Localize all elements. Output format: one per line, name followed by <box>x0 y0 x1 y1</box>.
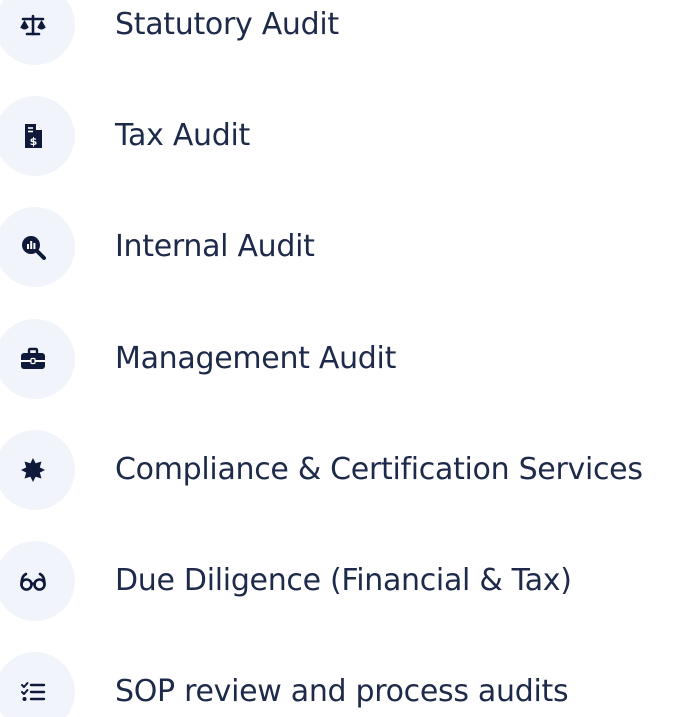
icon-badge <box>0 652 75 717</box>
service-item-internal-audit[interactable]: Internal Audit <box>0 207 682 287</box>
icon-badge <box>0 0 75 65</box>
scale-balance-icon <box>20 14 46 36</box>
briefcase-icon <box>21 347 45 369</box>
glasses-icon <box>20 572 46 591</box>
icon-badge <box>0 430 75 510</box>
service-item-due-diligence[interactable]: Due Diligence (Financial & Tax) <box>0 541 682 621</box>
icon-badge: $ <box>0 96 75 176</box>
svg-text:$: $ <box>30 135 38 148</box>
service-label: Internal Audit <box>115 229 315 264</box>
icon-badge <box>0 207 75 287</box>
icon-badge <box>0 541 75 621</box>
service-label: Compliance & Certification Services <box>115 452 643 487</box>
service-item-sop-review[interactable]: SOP review and process audits <box>0 652 682 717</box>
service-item-compliance-certification[interactable]: Compliance & Certification Services <box>0 430 682 510</box>
service-label: Statutory Audit <box>115 7 339 42</box>
service-label: Due Diligence (Financial & Tax) <box>115 563 572 598</box>
list-check-icon <box>21 682 46 701</box>
service-label: SOP review and process audits <box>115 674 569 709</box>
service-label: Management Audit <box>115 341 397 376</box>
magnifier-chart-icon <box>22 236 46 260</box>
icon-badge <box>0 319 75 399</box>
service-item-tax-audit[interactable]: $ Tax Audit <box>0 96 682 176</box>
service-list: Statutory Audit $ Tax Audit Internal Aud… <box>0 0 682 717</box>
service-item-statutory-audit[interactable]: Statutory Audit <box>0 0 682 65</box>
certificate-badge-icon <box>21 458 45 482</box>
file-invoice-dollar-icon: $ <box>25 124 42 148</box>
service-label: Tax Audit <box>115 118 251 153</box>
service-item-management-audit[interactable]: Management Audit <box>0 319 682 399</box>
